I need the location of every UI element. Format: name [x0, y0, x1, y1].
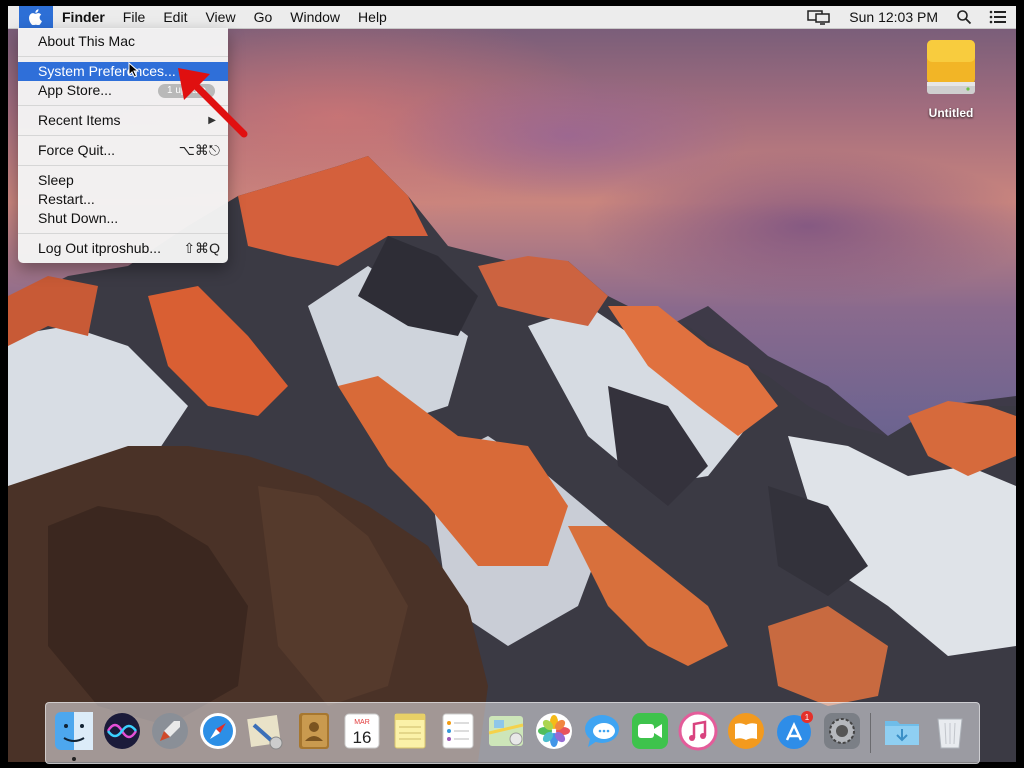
trash-icon[interactable]	[930, 711, 970, 751]
spotlight-search-icon[interactable]	[948, 9, 980, 25]
menu-item-label: App Store...	[38, 82, 112, 98]
menu-item-log-out[interactable]: Log Out itproshub... ⇧⌘Q	[18, 239, 228, 258]
safari-icon[interactable]	[198, 711, 238, 751]
menu-clock[interactable]: Sun 12:03 PM	[839, 9, 948, 25]
photos-icon[interactable]	[534, 711, 574, 751]
menu-item-sleep[interactable]: Sleep	[18, 171, 228, 190]
dock: MAR 16 1	[45, 702, 980, 764]
notification-center-icon[interactable]	[980, 9, 1016, 25]
menu-item-restart[interactable]: Restart...	[18, 190, 228, 209]
annotation-arrow-icon	[178, 68, 248, 138]
menu-help[interactable]: Help	[349, 6, 396, 28]
menu-item-label: Log Out itproshub...	[38, 240, 161, 256]
shortcut-label: ⌥⌘⎋	[178, 142, 220, 158]
app-store-badge: 1	[805, 713, 810, 722]
menu-item-label: System Preferences...	[38, 63, 176, 79]
calendar-day: 16	[353, 728, 372, 747]
menu-item-about-this-mac[interactable]: About This Mac	[18, 32, 228, 51]
system-preferences-icon[interactable]	[822, 711, 862, 751]
menu-item-label: Recent Items	[38, 112, 121, 128]
menu-view[interactable]: View	[196, 6, 244, 28]
calendar-month: MAR	[354, 719, 370, 726]
app-store-icon[interactable]: 1	[774, 711, 814, 751]
menu-bar: Finder File Edit View Go Window Help Sun…	[8, 6, 1016, 29]
apple-logo-icon	[29, 9, 42, 25]
maps-icon[interactable]	[486, 711, 526, 751]
shortcut-label: ⇧⌘Q	[183, 240, 220, 256]
external-drive-icon[interactable]	[924, 38, 978, 100]
mouse-cursor-icon	[128, 62, 140, 78]
contacts-icon[interactable]	[294, 711, 334, 751]
menu-finder[interactable]: Finder	[53, 6, 114, 28]
menu-item-label: Force Quit...	[38, 142, 116, 158]
status-area: Sun 12:03 PM	[799, 9, 1016, 25]
downloads-folder-icon[interactable]	[882, 711, 922, 751]
menu-separator	[18, 165, 228, 166]
mail-icon[interactable]	[246, 711, 286, 751]
finder-icon[interactable]	[54, 711, 94, 751]
menu-edit[interactable]: Edit	[154, 6, 196, 28]
menu-separator	[18, 56, 228, 57]
menu-separator	[18, 233, 228, 234]
itunes-icon[interactable]	[678, 711, 718, 751]
menu-file[interactable]: File	[114, 6, 155, 28]
display-mirroring-icon[interactable]	[799, 9, 839, 25]
facetime-icon[interactable]	[630, 711, 670, 751]
running-indicator	[72, 757, 76, 761]
drive-label[interactable]: Untitled	[914, 106, 988, 120]
reminders-icon[interactable]	[438, 711, 478, 751]
notes-icon[interactable]	[390, 711, 430, 751]
dock-separator	[870, 713, 871, 753]
launchpad-icon[interactable]	[150, 711, 190, 751]
menu-window[interactable]: Window	[281, 6, 349, 28]
menu-go[interactable]: Go	[245, 6, 282, 28]
messages-icon[interactable]	[582, 711, 622, 751]
ibooks-icon[interactable]	[726, 711, 766, 751]
apple-menu-button[interactable]	[19, 6, 53, 28]
menu-item-shut-down[interactable]: Shut Down...	[18, 209, 228, 228]
siri-icon[interactable]	[102, 711, 142, 751]
calendar-icon[interactable]: MAR 16	[342, 711, 382, 751]
menu-item-force-quit[interactable]: Force Quit... ⌥⌘⎋	[18, 141, 228, 160]
